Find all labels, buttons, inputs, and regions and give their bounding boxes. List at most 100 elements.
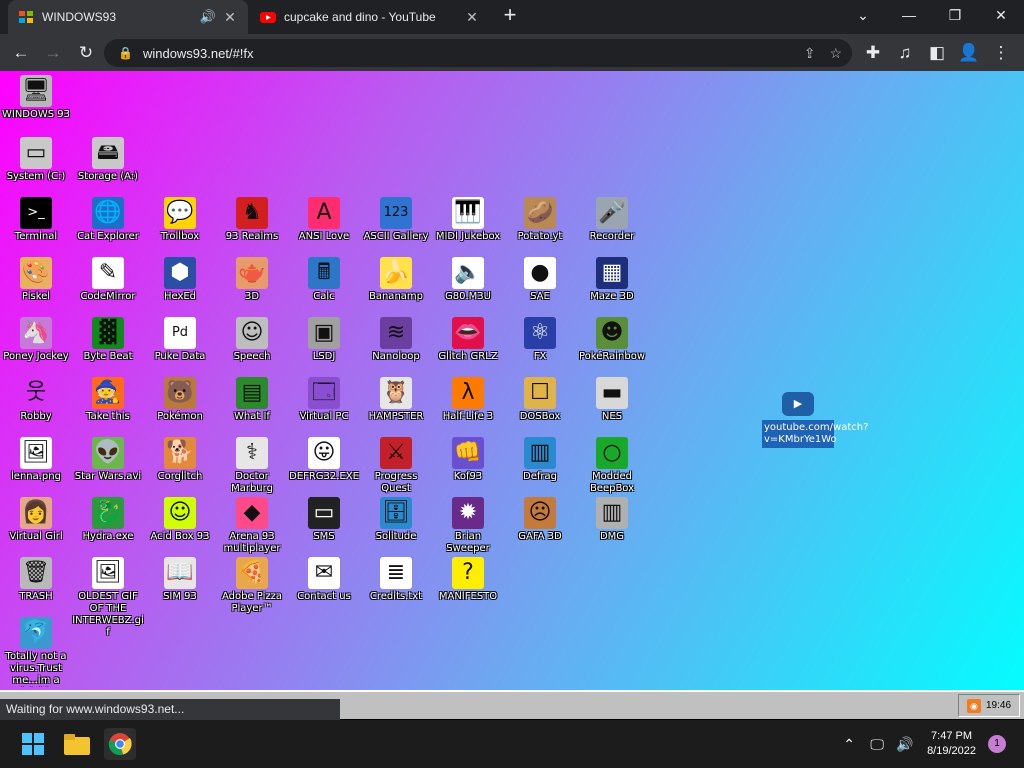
desktop-icon[interactable]: 🦉 HAMPSTER [360, 377, 432, 423]
desktop-icon[interactable]: 📖 SIM 93 [144, 557, 216, 603]
notification-badge[interactable]: 1 [988, 735, 1006, 753]
desktop-icon[interactable]: 👩 Virtual Girl [0, 497, 72, 543]
desktop-icon[interactable]: 🍕 Adobe Pizza Player™ [216, 557, 288, 615]
share-icon[interactable]: ⇪ [804, 45, 816, 62]
desktop-icon[interactable]: 😛 DEFRG32.EXE [288, 437, 360, 483]
win93-clock[interactable]: ◉ 19:46 [958, 694, 1020, 717]
extensions-icon[interactable]: ✚ [861, 41, 885, 65]
desktop-icon[interactable]: 🐻 Pokémon [144, 377, 216, 423]
desktop-icon[interactable]: ☺ Acid Box 93 [144, 497, 216, 543]
desktop-icon[interactable]: 🎤 Recorder [576, 197, 648, 243]
restore-button[interactable]: ❐ [932, 0, 978, 32]
youtube-shortcut[interactable]: ▶ youtube.com/watch?v=KMbrYe1Wo [762, 392, 868, 448]
desktop-icon[interactable]: 🫖 3D [216, 257, 288, 303]
desktop-icon[interactable]: ▥ Defrag [504, 437, 576, 483]
tab-search-icon[interactable]: ⌄ [840, 0, 886, 32]
desktop-icon[interactable]: 🖥 WINDOWS 93 [0, 75, 72, 121]
desktop-icon[interactable]: A ANSI Love [288, 197, 360, 243]
desktop-icon[interactable]: 🎹 MIDI Jukebox [432, 197, 504, 243]
desktop-icon[interactable]: λ Half-Life 3 [432, 377, 504, 423]
close-tab-icon[interactable]: ✕ [222, 9, 238, 26]
media-control-icon[interactable]: ♫ [893, 41, 917, 65]
desktop-icon[interactable]: ▦ Maze 3D [576, 257, 648, 303]
desktop-icon[interactable]: ☐ DOSBox [504, 377, 576, 423]
desktop-icon[interactable]: ▬ NES [576, 377, 648, 423]
reload-icon[interactable]: ↻ [74, 41, 98, 65]
desktop-icon[interactable]: 🎨 Piskel [0, 257, 72, 303]
windows-logo-icon[interactable] [17, 728, 49, 760]
desktop-icon[interactable]: ▣ LSDJ [288, 317, 360, 363]
desktop-icon[interactable]: ⚕ Doctor Marburg [216, 437, 288, 495]
desktop-icon[interactable]: ● SAE [504, 257, 576, 303]
desktop-icon[interactable]: 👽 Star Wars.avi [72, 437, 144, 483]
desktop-icon[interactable]: ✉ Contact us [288, 557, 360, 603]
desktop-icon[interactable]: ☺ Speech [216, 317, 288, 363]
volume-icon[interactable]: 🔊 [893, 736, 917, 753]
desktop-icon[interactable]: 🌐 Cat Explorer [72, 197, 144, 243]
desktop-icon[interactable]: ⬢ HexEd [144, 257, 216, 303]
close-tab-icon[interactable]: ✕ [464, 9, 480, 26]
minimize-button[interactable]: — [886, 0, 932, 32]
desktop-icon[interactable]: 👊 Kof93 [432, 437, 504, 483]
desktop-icon[interactable]: 🐕 Corglitch [144, 437, 216, 483]
tab-windows93[interactable]: WINDOWS93 🔊 ✕ [8, 0, 248, 34]
cube-icon: ⬢ [164, 257, 196, 289]
desktop-icon[interactable]: ☻ PokéRainbow [576, 317, 648, 363]
desktop-icon[interactable]: 🐬Totally not a virus.Trust me...im a dol… [0, 617, 72, 687]
speaker-icon[interactable]: 🔊 [200, 9, 216, 25]
desktop-icon[interactable]: ○ Modded BeepBox [576, 437, 648, 495]
desktop-icon[interactable]: ♞ 93 Realms [216, 197, 288, 243]
desktop-icon[interactable]: 🖼 OLDEST GIF OF THE INTERWEBZ.gif [72, 557, 144, 639]
desktop-icon[interactable]: 👄 Glitch GRLZ [432, 317, 504, 363]
address-bar[interactable]: 🔒 windows93.net/#!fx ⇪ ☆ [104, 39, 852, 67]
chevron-up-icon[interactable]: ⌃ [837, 736, 861, 753]
desktop-icon-label: Robby [20, 411, 52, 422]
desktop-icon[interactable]: ⚛ FX [504, 317, 576, 363]
network-icon[interactable]: 🖵 [865, 736, 889, 753]
desktop-icon[interactable]: 🖩 Calc [288, 257, 360, 303]
chrome-icon[interactable] [104, 728, 136, 760]
desktop-icon[interactable]: 🧙 Take this [72, 377, 144, 423]
menu-icon[interactable]: ⋮ [989, 41, 1013, 65]
desktop-icon[interactable]: 🍌 Bananamp [360, 257, 432, 303]
desktop-icon[interactable]: ⚔ Progress Quest [360, 437, 432, 495]
desktop-icon[interactable]: 🖼 lenna.png [0, 437, 72, 483]
desktop-icon[interactable]: ☹ GAFA 3D [504, 497, 576, 543]
desktop-icon[interactable]: 🥔 Potato.yt [504, 197, 576, 243]
desktop-icon[interactable]: ◆ Arena 93 multiplayer [216, 497, 288, 555]
desktop-icon[interactable]: ✎ CodeMirror [72, 257, 144, 303]
folder-icon[interactable] [61, 728, 93, 760]
desktop-icon[interactable]: 💬 Trollbox [144, 197, 216, 243]
desktop-icon[interactable]: 🗑 TRASH [0, 557, 72, 603]
desktop-icon[interactable]: ▥ DMG [576, 497, 648, 543]
lock-icon[interactable]: 🔒 [118, 46, 133, 60]
bookmark-star-icon[interactable]: ☆ [829, 45, 842, 62]
desktop-icon[interactable]: ≣ Credits.txt [360, 557, 432, 603]
close-window-button[interactable]: ✕ [978, 0, 1024, 32]
desktop-icon[interactable]: ▓ Byte Beat [72, 317, 144, 363]
side-panel-icon[interactable]: ◧ [925, 41, 949, 65]
desktop-icon[interactable]: 🔈 G80.M3U [432, 257, 504, 303]
desktop-icon[interactable]: 웃 Robby [0, 377, 72, 423]
tab-youtube[interactable]: cupcake and dino - YouTube ✕ [250, 0, 490, 34]
desktop-icon[interactable]: >_ Terminal [0, 197, 72, 243]
desktop-icon[interactable]: 🗔 Virtual PC [288, 377, 360, 423]
desktop-icon[interactable]: ▭ System (C:) [0, 137, 72, 183]
desktop-icon[interactable]: ? MANIFESTO [432, 557, 504, 603]
desktop-icon[interactable]: ✹ Brian Sweeper [432, 497, 504, 555]
desktop-icon[interactable]: 🖴 Storage (A:) [72, 137, 144, 183]
desktop-icon[interactable]: 123 ASCII Gallery [360, 197, 432, 243]
desktop-icon[interactable]: 🐉 Hydra.exe [72, 497, 144, 543]
desktop-icon[interactable]: ▤ What If [216, 377, 288, 423]
new-tab-button[interactable]: + [498, 4, 522, 28]
back-icon[interactable]: ← [9, 41, 33, 65]
desktop-icon[interactable]: 🦄 Poney Jockey [0, 317, 72, 363]
desktop-icon[interactable]: ≋ Nanoloop [360, 317, 432, 363]
profile-icon[interactable]: 👤 [957, 41, 981, 65]
rss-icon[interactable]: ◉ [966, 698, 981, 713]
desktop-icon[interactable]: ▭ SMS [288, 497, 360, 543]
taskbar-clock[interactable]: 7:47 PM 8/19/2022 [927, 729, 976, 759]
desktop-icon[interactable]: Pd Puke Data [144, 317, 216, 363]
desktop-icon[interactable]: 🗄 Solitude [360, 497, 432, 543]
forward-icon[interactable]: → [41, 41, 65, 65]
